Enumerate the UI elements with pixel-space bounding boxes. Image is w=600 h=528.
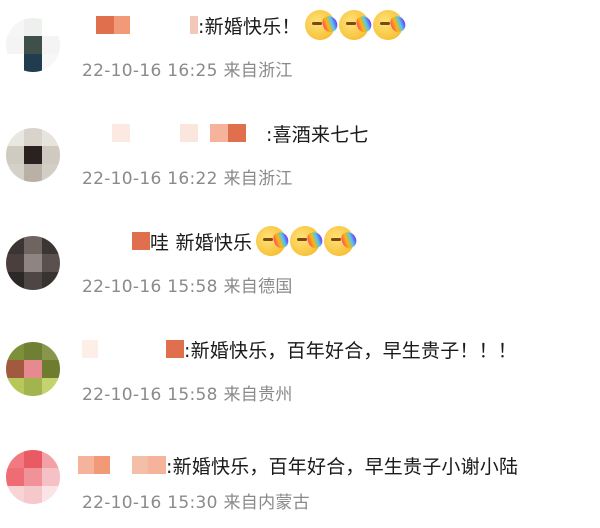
- comment-item: 哇 新婚快乐 22-10-16 15:58 来自德国: [0, 216, 600, 324]
- party-face-emoji-icon: [324, 226, 355, 256]
- avatar[interactable]: [6, 342, 60, 396]
- comment-location: 来自内蒙古: [223, 493, 310, 513]
- comment-text: :新婚快乐，百年好合，早生贵子小谢小陆: [166, 455, 519, 478]
- party-face-emoji-icon: [304, 10, 335, 40]
- comment-meta: 22-10-16 15:30 来自内蒙古: [82, 488, 310, 513]
- avatar[interactable]: [6, 450, 60, 504]
- comment-time: 22-10-16 15:30: [82, 493, 218, 513]
- comment-item: :新婚快乐，百年好合，早生贵子小谢小陆 22-10-16 15:30 来自内蒙古: [0, 420, 600, 528]
- comment-line: :新婚快乐，百年好合，早生贵子！！！: [82, 334, 517, 364]
- avatar[interactable]: [6, 236, 60, 290]
- username-masked[interactable]: [82, 338, 184, 360]
- comment-text: :新婚快乐，百年好合，早生贵子！！！: [184, 339, 518, 362]
- username-masked[interactable]: [96, 14, 198, 36]
- party-face-emoji-icon: [338, 10, 369, 40]
- party-face-emoji-icon: [256, 226, 287, 256]
- comment-item: :喜酒来七七 22-10-16 16:22 来自浙江: [0, 108, 600, 216]
- comment-time: 22-10-16 15:58: [82, 277, 218, 297]
- comment-text: :喜酒来七七: [266, 123, 369, 146]
- comment-time: 22-10-16 16:25: [82, 61, 218, 81]
- comment-text: :新婚快乐！: [198, 15, 301, 38]
- comment-location: 来自浙江: [223, 61, 293, 81]
- comment-location: 来自浙江: [223, 169, 293, 189]
- comment-item: :新婚快乐，百年好合，早生贵子！！！ 22-10-16 15:58 来自贵州: [0, 324, 600, 432]
- avatar[interactable]: [6, 128, 60, 182]
- comment-line: :新婚快乐！: [96, 10, 403, 40]
- comment-line: 哇 新婚快乐: [132, 226, 355, 256]
- username-masked[interactable]: [112, 122, 266, 144]
- username-masked[interactable]: [132, 230, 150, 252]
- comment-meta: 22-10-16 15:58 来自德国: [82, 272, 293, 297]
- comment-location: 来自贵州: [223, 385, 293, 405]
- comment-item: :新婚快乐！ 22-10-16 16:25 来自浙江: [0, 0, 600, 108]
- comment-line: :喜酒来七七: [112, 118, 369, 148]
- comment-line: :新婚快乐，百年好合，早生贵子小谢小陆: [78, 450, 518, 480]
- party-face-emoji-icon: [372, 10, 403, 40]
- avatar[interactable]: [6, 18, 60, 72]
- comment-meta: 22-10-16 15:58 来自贵州: [82, 380, 293, 405]
- comment-meta: 22-10-16 16:25 来自浙江: [82, 56, 293, 81]
- comment-location: 来自德国: [223, 277, 293, 297]
- party-face-emoji-icon: [290, 226, 321, 256]
- comment-text: 哇 新婚快乐: [150, 231, 253, 254]
- comment-time: 22-10-16 16:22: [82, 169, 218, 189]
- username-masked[interactable]: [78, 454, 166, 476]
- comment-time: 22-10-16 15:58: [82, 385, 218, 405]
- comment-meta: 22-10-16 16:22 来自浙江: [82, 164, 293, 189]
